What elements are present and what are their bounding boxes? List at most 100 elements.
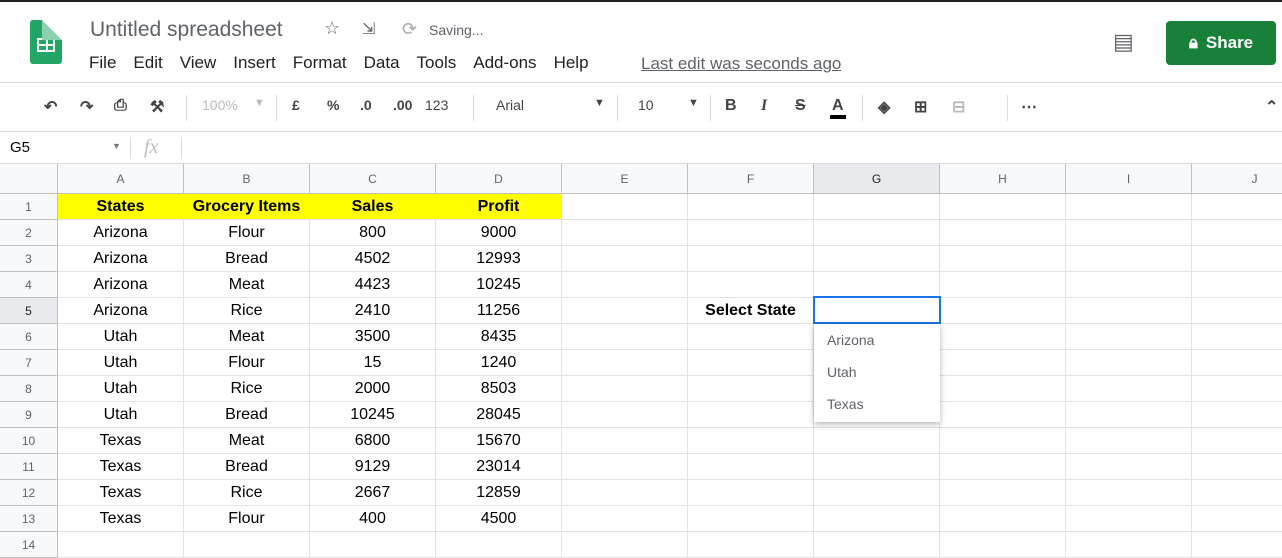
cell-c12[interactable]: 2667 bbox=[310, 480, 436, 506]
cell-i5[interactable] bbox=[1066, 298, 1192, 324]
cell-f8[interactable] bbox=[688, 376, 814, 402]
cell-b13[interactable]: Flour bbox=[184, 506, 310, 532]
cell-h5[interactable] bbox=[940, 298, 1066, 324]
column-header-c[interactable]: C bbox=[310, 164, 436, 194]
column-header-b[interactable]: B bbox=[184, 164, 310, 194]
row-header[interactable]: 11 bbox=[0, 454, 58, 480]
cell-a9[interactable]: Utah bbox=[58, 402, 184, 428]
cell-d7[interactable]: 1240 bbox=[436, 350, 562, 376]
cell-b14[interactable] bbox=[184, 532, 310, 558]
cell-i9[interactable] bbox=[1066, 402, 1192, 428]
merge-cells-icon[interactable]: ⊟ bbox=[952, 97, 965, 117]
cell-g10[interactable] bbox=[814, 428, 940, 454]
paint-format-icon[interactable]: ⚒ bbox=[150, 97, 164, 117]
cell-j7[interactable] bbox=[1192, 350, 1282, 376]
cell-c5[interactable]: 2410 bbox=[310, 298, 436, 324]
cell-a3[interactable]: Arizona bbox=[58, 246, 184, 272]
cell-g13[interactable] bbox=[814, 506, 940, 532]
cell-h11[interactable] bbox=[940, 454, 1066, 480]
cell-a14[interactable] bbox=[58, 532, 184, 558]
move-folder-icon[interactable]: ⇲ bbox=[362, 19, 375, 39]
cell-h4[interactable] bbox=[940, 272, 1066, 298]
zoom-select[interactable]: 100% bbox=[202, 97, 238, 113]
cell-c9[interactable]: 10245 bbox=[310, 402, 436, 428]
cell-j4[interactable] bbox=[1192, 272, 1282, 298]
menu-data[interactable]: Data bbox=[364, 53, 400, 73]
cell-e4[interactable] bbox=[562, 272, 688, 298]
cell-i8[interactable] bbox=[1066, 376, 1192, 402]
cell-e12[interactable] bbox=[562, 480, 688, 506]
cell-f2[interactable] bbox=[688, 220, 814, 246]
cell-a12[interactable]: Texas bbox=[58, 480, 184, 506]
row-header[interactable]: 3 bbox=[0, 246, 58, 272]
cell-f13[interactable] bbox=[688, 506, 814, 532]
dropdown-option-texas[interactable]: Texas bbox=[814, 388, 940, 420]
cell-i6[interactable] bbox=[1066, 324, 1192, 350]
dropdown-option-arizona[interactable]: Arizona bbox=[814, 324, 940, 356]
cell-c2[interactable]: 800 bbox=[310, 220, 436, 246]
cell-j10[interactable] bbox=[1192, 428, 1282, 454]
cell-f7[interactable] bbox=[688, 350, 814, 376]
print-icon[interactable]: ⎙ bbox=[114, 97, 127, 115]
cell-b7[interactable]: Flour bbox=[184, 350, 310, 376]
cell-b10[interactable]: Meat bbox=[184, 428, 310, 454]
row-header[interactable]: 6 bbox=[0, 324, 58, 350]
undo-icon[interactable]: ↶ bbox=[44, 97, 57, 117]
cell-h3[interactable] bbox=[940, 246, 1066, 272]
cell-e6[interactable] bbox=[562, 324, 688, 350]
cell-b8[interactable]: Rice bbox=[184, 376, 310, 402]
cell-f11[interactable] bbox=[688, 454, 814, 480]
menu-insert[interactable]: Insert bbox=[233, 53, 276, 73]
cell-d3[interactable]: 12993 bbox=[436, 246, 562, 272]
cell-h13[interactable] bbox=[940, 506, 1066, 532]
increase-decimal-button[interactable]: .00 bbox=[393, 97, 412, 113]
cell-e2[interactable] bbox=[562, 220, 688, 246]
redo-icon[interactable]: ↷ bbox=[80, 97, 93, 117]
cell-d8[interactable]: 8503 bbox=[436, 376, 562, 402]
bold-icon[interactable]: B bbox=[725, 97, 737, 115]
cell-c6[interactable]: 3500 bbox=[310, 324, 436, 350]
cell-h9[interactable] bbox=[940, 402, 1066, 428]
italic-icon[interactable]: I bbox=[761, 97, 767, 115]
menu-format[interactable]: Format bbox=[293, 53, 347, 73]
cell-j9[interactable] bbox=[1192, 402, 1282, 428]
column-header-h[interactable]: H bbox=[940, 164, 1066, 194]
cell-i10[interactable] bbox=[1066, 428, 1192, 454]
row-header[interactable]: 14 bbox=[0, 532, 58, 558]
menu-file[interactable]: File bbox=[89, 53, 116, 73]
cell-e7[interactable] bbox=[562, 350, 688, 376]
row-header[interactable]: 4 bbox=[0, 272, 58, 298]
cell-d6[interactable]: 8435 bbox=[436, 324, 562, 350]
cell-g12[interactable] bbox=[814, 480, 940, 506]
cell-f10[interactable] bbox=[688, 428, 814, 454]
row-header[interactable]: 12 bbox=[0, 480, 58, 506]
cell-e1[interactable] bbox=[562, 194, 688, 220]
cell-j6[interactable] bbox=[1192, 324, 1282, 350]
cell-c1[interactable]: Sales bbox=[310, 194, 436, 220]
sheets-logo[interactable] bbox=[30, 20, 62, 64]
cell-f4[interactable] bbox=[688, 272, 814, 298]
star-icon[interactable]: ☆ bbox=[324, 18, 340, 39]
cell-b5[interactable]: Rice bbox=[184, 298, 310, 324]
strikethrough-icon[interactable]: S bbox=[795, 97, 806, 115]
row-header[interactable]: 1 bbox=[0, 194, 58, 220]
cell-a4[interactable]: Arizona bbox=[58, 272, 184, 298]
more-icon[interactable]: ⋯ bbox=[1021, 97, 1037, 117]
text-color-icon[interactable]: A bbox=[830, 97, 846, 119]
font-size-select[interactable]: 10 bbox=[638, 97, 654, 113]
row-header[interactable]: 9 bbox=[0, 402, 58, 428]
row-header[interactable]: 13 bbox=[0, 506, 58, 532]
column-header-j[interactable]: J bbox=[1192, 164, 1282, 194]
cell-c3[interactable]: 4502 bbox=[310, 246, 436, 272]
cell-e10[interactable] bbox=[562, 428, 688, 454]
cell-e14[interactable] bbox=[562, 532, 688, 558]
cell-e13[interactable] bbox=[562, 506, 688, 532]
cell-a7[interactable]: Utah bbox=[58, 350, 184, 376]
cell-g4[interactable] bbox=[814, 272, 940, 298]
cell-c7[interactable]: 15 bbox=[310, 350, 436, 376]
cell-d13[interactable]: 4500 bbox=[436, 506, 562, 532]
cell-b1[interactable]: Grocery Items bbox=[184, 194, 310, 220]
column-header-i[interactable]: I bbox=[1066, 164, 1192, 194]
currency-button[interactable]: £ bbox=[292, 97, 300, 113]
cell-a6[interactable]: Utah bbox=[58, 324, 184, 350]
